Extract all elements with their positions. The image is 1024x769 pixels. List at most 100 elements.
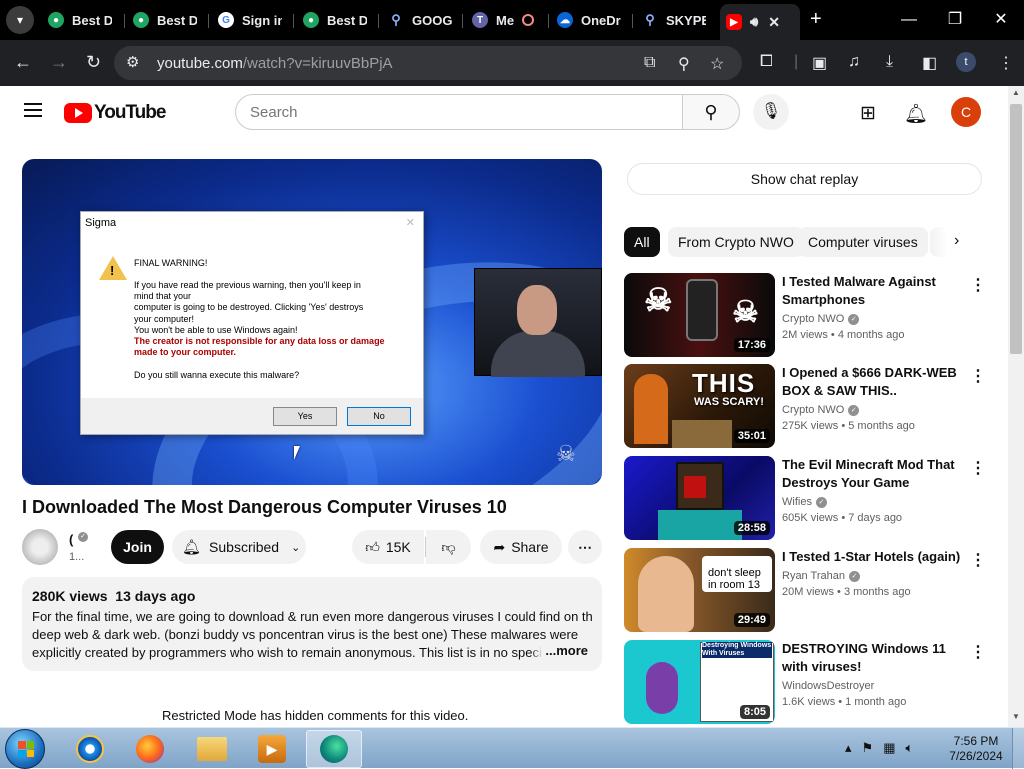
tab-best-di-3[interactable]: ● Best Di xyxy=(303,6,367,34)
reload-button[interactable]: ↻ xyxy=(86,52,101,73)
video-thumbnail[interactable]: don't sleep in room 13 29:49 xyxy=(624,548,775,632)
action-center-flag-icon[interactable]: ⚑ xyxy=(862,740,874,756)
channel-name[interactable]: WindowsDestroyer xyxy=(782,680,874,692)
taskbar-file-explorer[interactable] xyxy=(184,730,240,768)
youtube-logo[interactable]: YouTube xyxy=(64,102,166,124)
join-button[interactable]: Join xyxy=(111,530,164,564)
tab-best-di-2[interactable]: ● Best Di xyxy=(133,6,197,34)
network-icon[interactable]: ▦ xyxy=(883,740,895,756)
chevron-right-icon[interactable]: › xyxy=(954,232,959,250)
recommended-video[interactable]: 28:58 The Evil Minecraft Mod That Destro… xyxy=(624,456,994,540)
taskbar-firefox[interactable] xyxy=(122,730,178,768)
media-control-icon[interactable]: ♫ xyxy=(848,53,860,71)
recommended-video[interactable]: don't sleep in room 13 29:49 I Tested 1-… xyxy=(624,548,994,632)
start-button[interactable] xyxy=(5,729,45,769)
side-panel-icon[interactable]: ◧ xyxy=(922,53,937,73)
tab-youtube-active[interactable]: ▶ 🔊︎ ✕ xyxy=(720,4,800,40)
video-thumbnail[interactable]: ☠ ☠ 17:36 xyxy=(624,273,775,357)
cast-icon[interactable]: ▣ xyxy=(812,53,827,73)
video-description[interactable]: 280K views 13 days ago For the final tim… xyxy=(22,577,602,671)
install-app-icon[interactable]: ⧉ xyxy=(644,54,655,72)
share-button[interactable]: ➦ Share xyxy=(480,530,562,564)
zoom-icon[interactable]: ⚲ xyxy=(678,54,690,74)
dialog-question: Do you still wanna execute this malware? xyxy=(134,370,300,380)
video-player[interactable]: ☠ Sigma ✕ ! FINAL WARNING! If you have r… xyxy=(22,159,602,485)
new-tab-button[interactable]: + xyxy=(810,8,822,31)
scroll-down-arrow-icon[interactable]: ▼ xyxy=(1012,712,1020,721)
restore-button[interactable]: ❐ xyxy=(932,6,978,34)
address-bar[interactable]: ⚙ youtube.com/watch?v=kiruuvBbPjA ⧉ ⚲ ☆ xyxy=(114,46,742,80)
chip-all[interactable]: All xyxy=(624,227,660,257)
more-vertical-icon[interactable]: ⋮ xyxy=(970,458,986,478)
channel-avatar[interactable] xyxy=(22,529,58,565)
more-vertical-icon[interactable]: ⋮ xyxy=(970,366,986,386)
menu-icon[interactable] xyxy=(24,103,42,117)
video-title[interactable]: I Tested Malware Against Smartphones xyxy=(782,273,962,309)
search-input[interactable] xyxy=(235,94,683,130)
volume-icon[interactable]: 🔈︎ xyxy=(905,740,913,756)
video-title[interactable]: I Opened a $666 DARK-WEB BOX & SAW THIS.… xyxy=(782,364,962,400)
back-button[interactable]: ← xyxy=(14,52,32,73)
video-thumbnail[interactable]: Destroying Windows 11 With Viruses 8:05 xyxy=(624,640,775,724)
close-tab-icon[interactable]: ✕ xyxy=(768,14,780,31)
tab-sign-in[interactable]: G Sign in xyxy=(218,6,282,34)
tab-teams-meeting[interactable]: T Me xyxy=(472,6,542,34)
more-vertical-icon[interactable]: ⋮ xyxy=(970,550,986,570)
recommended-video[interactable]: Destroying Windows 11 With Viruses 8:05 … xyxy=(624,640,994,724)
show-chat-replay-button[interactable]: Show chat replay xyxy=(627,163,982,195)
recommended-video[interactable]: ☠ ☠ 17:36 I Tested Malware Against Smart… xyxy=(624,273,994,357)
account-avatar[interactable]: C xyxy=(951,97,981,127)
recommended-video[interactable]: THIS WAS SCARY! 35:01 I Opened a $666 DA… xyxy=(624,364,994,448)
system-clock[interactable]: 7:56 PM 7/26/2024 xyxy=(945,734,1007,764)
close-window-button[interactable]: ✕ xyxy=(978,6,1024,34)
chrome-menu-icon[interactable]: ⋮ xyxy=(998,53,1014,73)
taskbar-media-player[interactable]: ▶ xyxy=(244,730,300,768)
channel-name[interactable]: ( xyxy=(69,532,73,547)
video-title[interactable]: The Evil Minecraft Mod That Destroys You… xyxy=(782,456,962,492)
tab-search-button[interactable]: ▾ xyxy=(6,6,34,34)
site-info-icon[interactable]: ⚙ xyxy=(126,53,139,71)
show-desktop-button[interactable] xyxy=(1012,728,1024,769)
minimize-button[interactable]: — xyxy=(886,6,932,34)
video-title[interactable]: I Tested 1-Star Hotels (again) xyxy=(782,548,962,566)
video-title[interactable]: DESTROYING Windows 11 with viruses! xyxy=(782,640,962,676)
scroll-up-arrow-icon[interactable]: ▲ xyxy=(1012,88,1020,97)
like-button[interactable]: 👍︎ 15K xyxy=(352,530,424,564)
search-icon: ⚲ xyxy=(645,12,655,27)
tab-onedrive[interactable]: ☁ OneDri xyxy=(557,6,621,34)
more-actions-button[interactable]: ⋯ xyxy=(568,530,602,564)
channel-name[interactable]: Crypto NWO ✓ xyxy=(782,313,860,325)
chip-from-crypto-nwo[interactable]: From Crypto NWO xyxy=(668,227,804,257)
more-vertical-icon[interactable]: ⋮ xyxy=(970,642,986,662)
notifications-bell-icon[interactable]: 🔔︎ xyxy=(904,102,928,126)
speaker-icon[interactable]: 🔊︎ xyxy=(750,14,758,30)
show-more-link[interactable]: ...more xyxy=(531,643,588,658)
tab-skype-search[interactable]: ⚲ SKYPE xyxy=(642,6,706,34)
video-title: I Downloaded The Most Dangerous Computer… xyxy=(22,497,507,517)
video-thumbnail[interactable]: 28:58 xyxy=(624,456,775,540)
taskbar-internet-explorer[interactable] xyxy=(62,730,118,768)
taskbar-edge-browser[interactable] xyxy=(306,730,362,768)
chip-computer-viruses[interactable]: Computer viruses xyxy=(798,227,928,257)
tab-google-search[interactable]: ⚲ GOOGI xyxy=(388,6,452,34)
more-vertical-icon[interactable]: ⋮ xyxy=(970,275,986,295)
extensions-icon[interactable]: ⧠ xyxy=(760,53,773,71)
subscribed-button[interactable]: 🔔︎ Subscribed ⌄ xyxy=(172,530,306,564)
channel-name[interactable]: Crypto NWO ✓ xyxy=(782,404,860,416)
search-button[interactable]: ⚲ xyxy=(682,94,740,130)
forward-button[interactable]: → xyxy=(50,52,68,73)
channel-name[interactable]: Ryan Trahan ✓ xyxy=(782,570,860,582)
download-icon[interactable]: ⤓ xyxy=(886,53,893,71)
page-scrollbar[interactable]: ▲ ▼ xyxy=(1008,86,1024,727)
description-line: deep web & dark web. (bonzi buddy vs pon… xyxy=(32,627,579,642)
voice-search-button[interactable]: 🎙︎ xyxy=(753,94,789,130)
profile-avatar[interactable]: t xyxy=(956,52,976,72)
show-hidden-icons-icon[interactable]: ▴ xyxy=(845,740,852,756)
dislike-button[interactable]: 👎︎ xyxy=(426,530,471,564)
bookmark-star-icon[interactable]: ☆ xyxy=(710,54,724,74)
scrollbar-thumb[interactable] xyxy=(1010,104,1022,354)
create-video-icon[interactable]: ⊞ xyxy=(860,102,876,125)
channel-name[interactable]: Wifies ✓ xyxy=(782,496,827,508)
tab-best-di-1[interactable]: ● Best Di xyxy=(48,6,112,34)
video-thumbnail[interactable]: THIS WAS SCARY! 35:01 xyxy=(624,364,775,448)
